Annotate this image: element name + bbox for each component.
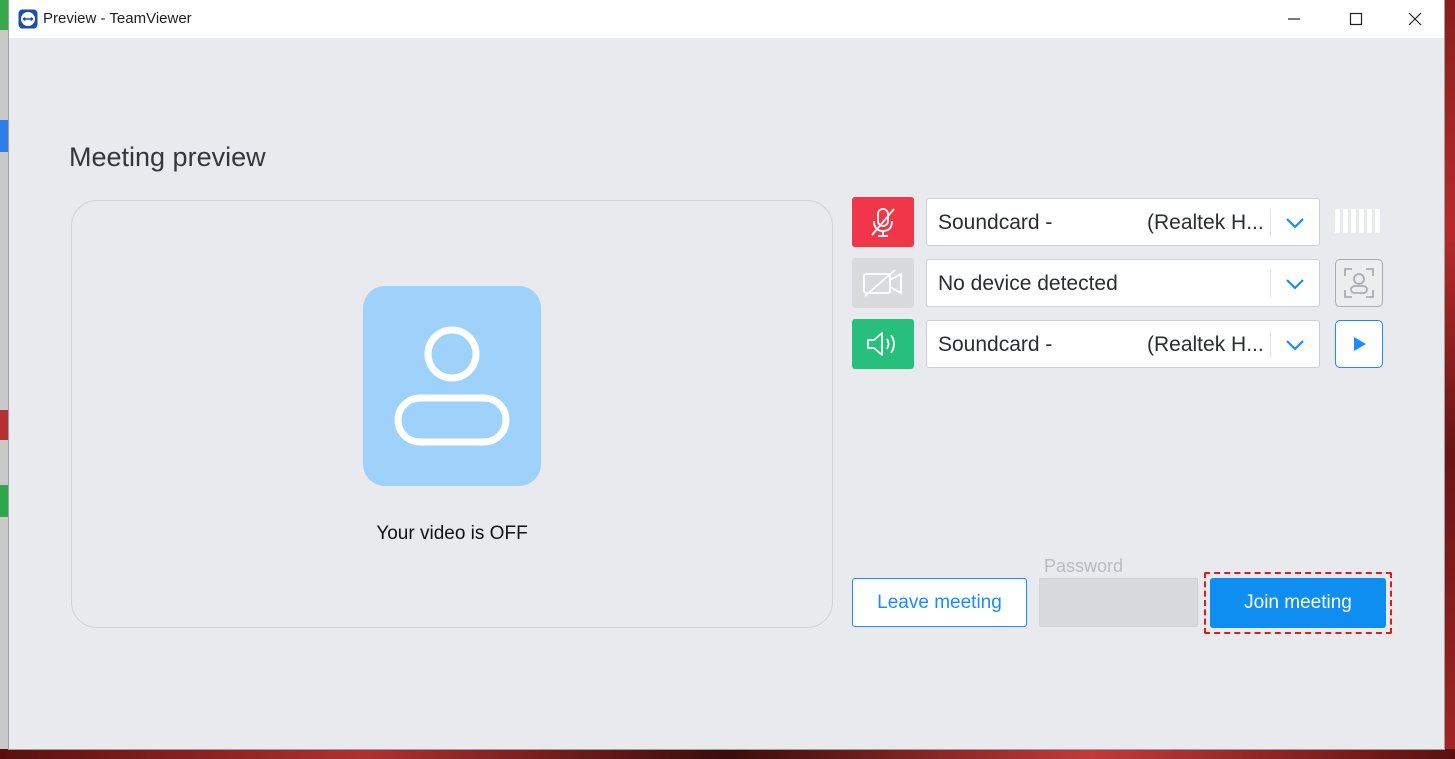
maximize-button[interactable] bbox=[1327, 0, 1385, 38]
background-effects-button[interactable] bbox=[1335, 259, 1383, 307]
user-icon bbox=[394, 326, 510, 446]
avatar bbox=[363, 286, 541, 486]
camera-select[interactable]: No device detected bbox=[926, 259, 1320, 307]
select-divider bbox=[1270, 270, 1271, 297]
speaker-toggle-button[interactable] bbox=[852, 319, 914, 369]
page-title: Meeting preview bbox=[69, 142, 266, 172]
speaker-select[interactable]: Soundcard - (Realtek H... bbox=[926, 320, 1320, 368]
play-icon bbox=[1354, 337, 1366, 351]
microphone-level-meter bbox=[1335, 209, 1385, 233]
desktop-background-left bbox=[0, 0, 9, 759]
camera-select-value: No device detected bbox=[938, 272, 1118, 295]
leave-meeting-button[interactable]: Leave meeting bbox=[852, 578, 1027, 627]
select-divider bbox=[1270, 331, 1271, 358]
speaker-select-value: Soundcard - bbox=[938, 333, 1053, 356]
title-bar: Preview - TeamViewer bbox=[9, 0, 1444, 38]
minimize-icon bbox=[1288, 18, 1300, 20]
desktop-background-bottom bbox=[0, 749, 1455, 759]
chevron-down-icon bbox=[1286, 279, 1304, 290]
close-icon bbox=[1408, 12, 1422, 26]
microphone-select-value-detail: (Realtek H... bbox=[1147, 211, 1264, 234]
preview-window: Preview - TeamViewer Meeting preview You… bbox=[9, 0, 1444, 749]
window-title: Preview - TeamViewer bbox=[43, 10, 192, 27]
video-status-text: Your video is OFF bbox=[376, 523, 528, 544]
camera-toggle-button[interactable] bbox=[852, 258, 914, 308]
microphone-select-value: Soundcard - bbox=[938, 211, 1053, 234]
select-divider bbox=[1270, 209, 1271, 236]
close-button[interactable] bbox=[1386, 0, 1444, 38]
speaker-icon bbox=[867, 332, 895, 356]
speaker-select-value-detail: (Realtek H... bbox=[1147, 333, 1264, 356]
password-label: Password bbox=[1044, 556, 1124, 576]
password-input[interactable] bbox=[1039, 578, 1198, 627]
chevron-down-icon bbox=[1286, 340, 1304, 351]
desktop-background-right bbox=[1444, 0, 1455, 759]
background-blur-icon bbox=[1344, 268, 1374, 298]
video-preview-panel: Your video is OFF bbox=[71, 200, 833, 628]
join-meeting-button[interactable]: Join meeting bbox=[1210, 578, 1386, 628]
camera-off-icon bbox=[863, 269, 902, 297]
maximize-icon bbox=[1349, 12, 1363, 26]
play-test-sound-button[interactable] bbox=[1335, 320, 1383, 368]
teamviewer-logo-icon bbox=[18, 9, 38, 29]
minimize-button[interactable] bbox=[1265, 0, 1323, 38]
microphone-select[interactable]: Soundcard - (Realtek H... bbox=[926, 198, 1320, 246]
microphone-muted-icon bbox=[871, 208, 895, 237]
microphone-toggle-button[interactable] bbox=[852, 197, 914, 247]
chevron-down-icon bbox=[1286, 218, 1304, 229]
